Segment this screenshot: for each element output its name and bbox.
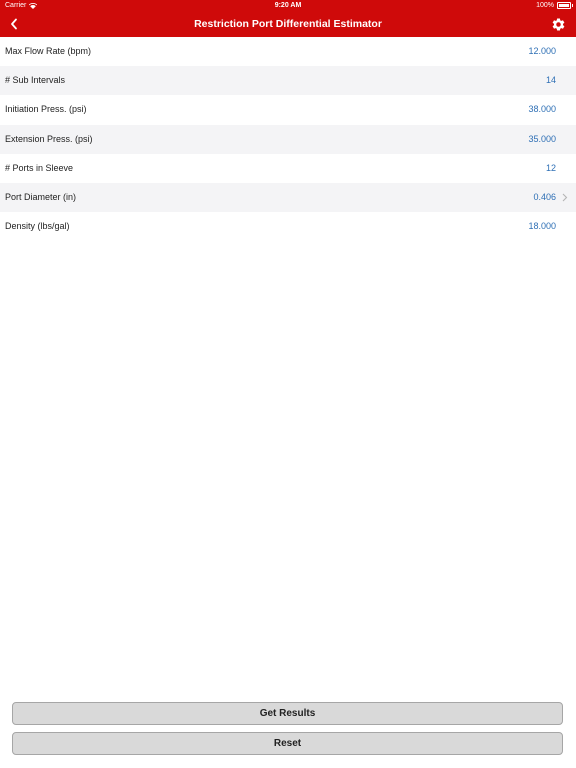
battery-percent: 100% bbox=[536, 2, 554, 9]
navigation-bar: Restriction Port Differential Estimator bbox=[0, 11, 576, 37]
battery-group: 100% bbox=[536, 0, 573, 11]
page-title: Restriction Port Differential Estimator bbox=[194, 18, 382, 30]
reset-button[interactable]: Reset bbox=[12, 732, 563, 755]
row-value[interactable]: 14 bbox=[546, 66, 556, 95]
row-value[interactable]: 12 bbox=[546, 154, 556, 183]
row-label: Max Flow Rate (bpm) bbox=[5, 46, 92, 56]
row-label: Density (lbs/gal) bbox=[5, 221, 70, 232]
battery-icon bbox=[557, 2, 573, 9]
row-value[interactable]: 0.406 bbox=[533, 183, 556, 212]
row-extension-press[interactable]: Extension Press. (psi) 35.000 bbox=[0, 124, 576, 154]
row-value[interactable]: 12.000 bbox=[528, 37, 556, 66]
row-max-flow-rate[interactable]: Max Flow Rate (bpm) 12.000 bbox=[0, 37, 576, 66]
row-label: # Sub Intervals bbox=[5, 75, 66, 86]
get-results-button[interactable]: Get Results bbox=[12, 702, 563, 725]
parameter-list: Max Flow Rate (bpm) 12.000 # Sub Interva… bbox=[0, 37, 576, 241]
status-time: 9:20 AM bbox=[274, 2, 302, 9]
row-value[interactable]: 35.000 bbox=[528, 125, 556, 154]
chevron-right-icon bbox=[562, 193, 568, 202]
row-label: Port Diameter (in) bbox=[5, 191, 77, 202]
row-port-diameter[interactable]: Port Diameter (in) 0.406 bbox=[0, 182, 576, 213]
header-bar: Carrier 9:20 AM 100% Restriction Port Di… bbox=[0, 0, 576, 37]
row-label: Initiation Press. (psi) bbox=[5, 104, 87, 115]
settings-button[interactable] bbox=[549, 15, 567, 33]
row-sub-intervals[interactable]: # Sub Intervals 14 bbox=[0, 66, 576, 96]
row-label: Extension Press. (psi) bbox=[5, 133, 93, 144]
row-label: # Ports in Sleeve bbox=[5, 162, 74, 173]
status-bar: Carrier 9:20 AM 100% bbox=[0, 0, 576, 11]
row-value[interactable]: 38.000 bbox=[528, 95, 556, 124]
gear-icon bbox=[552, 17, 564, 30]
row-initiation-press[interactable]: Initiation Press. (psi) 38.000 bbox=[0, 95, 576, 124]
row-density[interactable]: Density (lbs/gal) 18.000 bbox=[0, 212, 576, 241]
row-value[interactable]: 18.000 bbox=[528, 212, 556, 241]
row-ports-in-sleeve[interactable]: # Ports in Sleeve 12 bbox=[0, 154, 576, 183]
